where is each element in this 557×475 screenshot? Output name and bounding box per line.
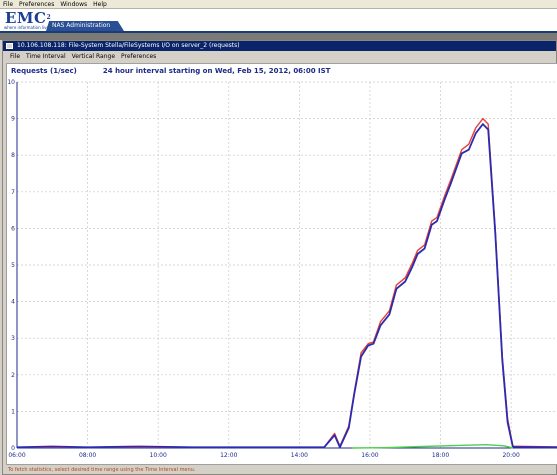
window-menu-time-interval[interactable]: Time Interval [23,51,69,63]
y-tick-label: 5 [11,262,15,269]
window-menu-preferences[interactable]: Preferences [118,51,159,63]
y-tick-label: 10 [7,79,15,86]
x-tick-label: 12:00 [220,452,237,459]
y-tick-label: 7 [11,189,15,196]
app-menubar: File Preferences Windows Help [0,0,557,9]
chart-panel: 0 1 2 3 4 5 6 7 8 9 10 06:00 08:00 10:00 12:00 14:00 16:… [6,63,557,465]
y-tick-label: 1 [11,408,15,415]
y-tick-label: 9 [11,116,15,123]
y-tick-label: 0 [11,445,15,452]
y-tick-label: 8 [11,152,15,159]
menu-file[interactable]: File [0,0,16,9]
x-tick-label: 20:00 [502,452,519,459]
window-title: 10.106.108.118: File-System Stella/FileS… [17,42,240,49]
x-tick-label: 16:00 [361,452,378,459]
y-tick-label: 6 [11,225,15,232]
emc-tagline: where information lives [4,25,52,30]
x-tick-label: 18:00 [432,452,449,459]
window-icon [6,43,13,49]
tab-nas-administration[interactable]: NAS Administration [46,21,124,31]
menu-preferences[interactable]: Preferences [16,0,57,9]
menu-windows[interactable]: Windows [57,0,90,9]
requests-chart: 0 1 2 3 4 5 6 7 8 9 10 06:00 08:00 10:00 12:00 14:00 16:… [7,79,557,459]
chart-header: Requests (1/sec) 24 hour interval startin… [11,67,330,75]
series-line-2 [16,123,557,449]
x-tick-label: 06:00 [8,452,25,459]
x-tick-label: 08:00 [79,452,96,459]
window-menu-vertical-range[interactable]: Vertical Range [69,51,118,63]
y-tick-label: 3 [11,335,15,342]
y-tick-label: 4 [11,299,15,306]
status-bar: To fetch statistics, select desired time… [8,467,196,473]
window-title-bar[interactable]: 10.106.108.118: File-System Stella/FileS… [3,41,556,51]
y-tick-label: 2 [11,372,15,379]
window-menubar: File Time Interval Vertical Range Preferenc… [3,51,556,63]
stats-window: 10.106.108.118: File-System Stella/FileS… [2,40,557,475]
toolbar-strip [0,33,557,40]
chart-metric-label: Requests (1/sec) [11,67,77,75]
x-tick-label: 14:00 [291,452,308,459]
emc-logo: EMC2 [5,9,52,27]
x-tick-label: 10:00 [150,452,167,459]
window-menu-file[interactable]: File [7,51,23,63]
brand-bar: EMC2 where information lives NAS Adminis… [0,9,557,33]
series-line-1 [17,117,557,448]
menu-help[interactable]: Help [90,0,110,9]
chart-interval-title: 24 hour interval starting on Wed, Feb 15… [102,67,331,75]
